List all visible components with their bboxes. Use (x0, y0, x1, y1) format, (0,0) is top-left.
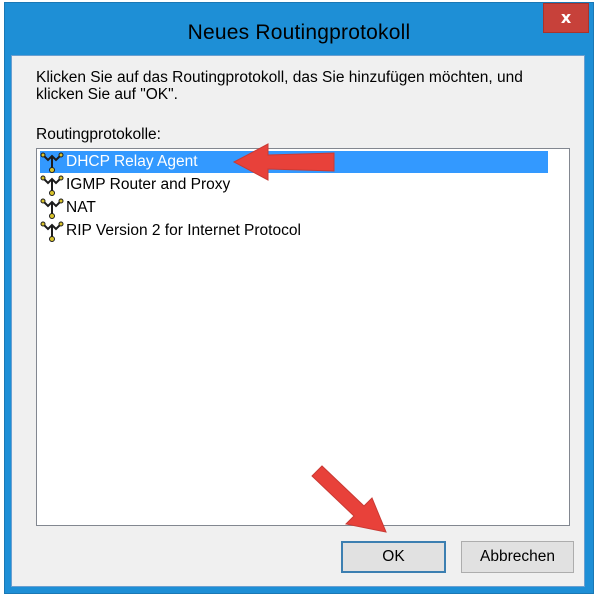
list-item-label: DHCP Relay Agent (64, 153, 198, 171)
dialog-client-area: Klicken Sie auf das Routingprotokoll, da… (11, 55, 585, 587)
list-item-label: IGMP Router and Proxy (66, 176, 231, 193)
title-bar[interactable]: Neues Routingprotokoll x (5, 3, 593, 55)
list-item-dhcp-relay-agent[interactable]: DHCP Relay Agent (40, 151, 548, 173)
list-item-igmp-router-and-proxy[interactable]: IGMP Router and Proxy (40, 174, 230, 196)
ok-button[interactable]: OK (341, 541, 446, 573)
list-label: Routingprotokolle: (36, 126, 161, 143)
instructions-text: Klicken Sie auf das Routingprotokoll, da… (36, 69, 523, 103)
cancel-button[interactable]: Abbrechen (461, 541, 574, 573)
routing-protocol-icon (40, 174, 64, 196)
routing-protocol-icon (40, 197, 64, 219)
routing-protocol-icon (40, 220, 64, 242)
routing-protocol-icon (40, 151, 64, 173)
list-item-rip-version-2[interactable]: RIP Version 2 for Internet Protocol (40, 220, 301, 242)
window-title: Neues Routingprotokoll (187, 21, 411, 44)
list-item-label: NAT (66, 199, 96, 216)
close-icon: x (560, 8, 572, 27)
close-button[interactable]: x (543, 3, 589, 33)
routing-protocol-list[interactable]: DHCP Relay Agent IGMP Router and Proxy N… (36, 148, 570, 526)
list-item-label: RIP Version 2 for Internet Protocol (66, 222, 301, 239)
dialog-window: Neues Routingprotokoll x Klicken Sie auf… (4, 2, 594, 594)
list-item-nat[interactable]: NAT (40, 197, 96, 219)
